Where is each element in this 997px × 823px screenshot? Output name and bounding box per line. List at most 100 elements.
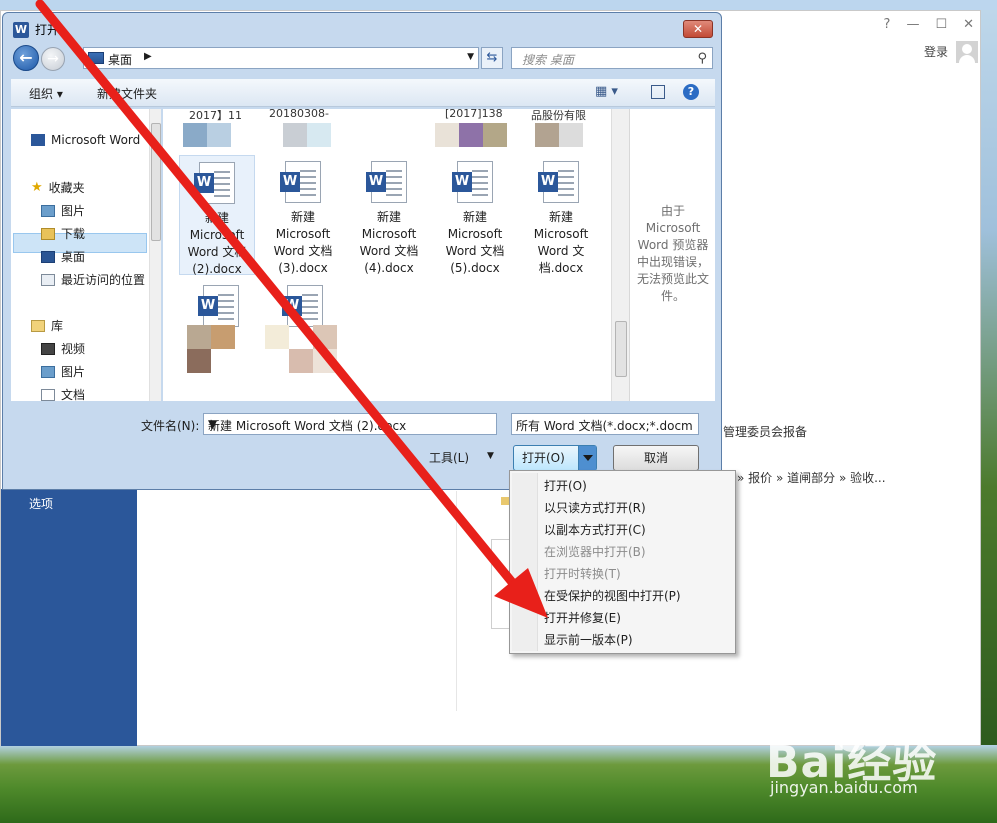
avatar[interactable] <box>956 41 978 63</box>
nav-label: 下载 <box>61 227 86 241</box>
nav-label: 图片 <box>61 365 86 379</box>
file-item-4[interactable]: W 新建 Microsoft Word 文档 (4).docx <box>351 155 427 275</box>
maximize-icon[interactable]: ☐ <box>935 17 947 32</box>
menu-item-open-in-browser: 在浏览器中打开(B) <box>544 545 646 559</box>
nav-item-documents[interactable]: 文档 <box>41 386 85 403</box>
filename-input[interactable]: 新建 Microsoft Word 文档 (2).docx ▼ <box>203 413 497 435</box>
filename-dropdown-icon[interactable]: ▼ <box>208 417 492 431</box>
videos-icon <box>41 342 55 355</box>
nav-item-downloads[interactable]: 下载 <box>41 225 85 242</box>
new-folder-button[interactable]: 新建文件夹 <box>97 85 157 102</box>
documents-icon <box>41 388 55 401</box>
back-button[interactable]: ← <box>13 45 39 71</box>
word-document-icon: W <box>194 162 235 204</box>
word-document-icon: W <box>280 161 321 203</box>
file-item-5[interactable]: W 新建 Microsoft Word 文档 (5).docx <box>437 155 513 275</box>
menu-item-open-protected-view[interactable]: 在受保护的视图中打开(P) <box>544 587 681 604</box>
tools-dropdown-icon[interactable]: ▼ <box>487 451 494 461</box>
login-link[interactable]: 登录 <box>924 43 948 60</box>
file-item-1[interactable]: W 新建 Microsoft Word 文档.docx <box>523 155 599 275</box>
preview-pane-icon[interactable] <box>651 85 665 99</box>
divider <box>456 491 457 711</box>
word-doc-icon <box>31 134 45 146</box>
search-placeholder: 搜索 桌面 <box>522 53 574 67</box>
cancel-button[interactable]: 取消 <box>613 445 699 471</box>
menu-item-show-previous-versions[interactable]: 显示前一版本(P) <box>544 631 633 648</box>
filename-label: 文件名(N): <box>141 419 200 433</box>
file-item-3[interactable]: W 新建 Microsoft Word 文档 (3).docx <box>265 155 341 275</box>
nav-label: 最近访问的位置 <box>61 273 146 287</box>
dialog-title: W 打开 <box>13 21 59 38</box>
nav-item-videos[interactable]: 视频 <box>41 340 85 357</box>
forward-button[interactable]: → <box>41 47 65 71</box>
desktop-icon <box>41 250 55 263</box>
nav-label: 收藏夹 <box>48 181 85 195</box>
minimize-icon[interactable]: — <box>906 17 919 32</box>
nav-item-library[interactable]: 库 <box>31 317 63 334</box>
file-name-clipped[interactable]: [2017]138 <box>445 107 503 120</box>
tools-button[interactable]: 工具(L) <box>429 449 469 466</box>
organize-button[interactable]: 组织 ▾ <box>29 85 63 102</box>
recent-places-icon <box>41 273 55 286</box>
open-dialog: W 打开 ✕ ← → 桌面 ▶ ▼ ⇆ 搜索 桌面 ⚲ 组织 ▾ 新建文件夹 ▦… <box>2 12 722 490</box>
file-name-clipped[interactable]: 2017】11 <box>189 107 242 123</box>
address-bar[interactable]: 桌面 ▶ ▼ <box>83 47 479 69</box>
address-dropdown-icon[interactable]: ▼ <box>467 52 474 62</box>
pictures-icon <box>41 204 55 217</box>
library-icon <box>31 319 45 332</box>
file-name-clipped[interactable]: 20180308- <box>269 107 329 120</box>
menu-item-open[interactable]: 打开(O) <box>544 477 587 494</box>
refresh-button[interactable]: ⇆ <box>481 47 503 69</box>
change-view-icon[interactable]: ▦ ▾ <box>595 84 618 99</box>
word-window-controls[interactable]: ? — ☐ ✕ <box>884 17 974 32</box>
options-item[interactable]: 选项 <box>29 495 53 512</box>
dialog-close-button[interactable]: ✕ <box>683 20 713 38</box>
search-icon: ⚲ <box>697 51 707 66</box>
recent-path-text: » 报价 » 道闸部分 » 验收... <box>737 471 886 485</box>
filetype-value: 所有 Word 文档(*.docx;*.docm <box>516 419 693 433</box>
open-options-menu: 打开(O) 以只读方式打开(R) 以副本方式打开(C) 在浏览器中打开(B) 打… <box>509 470 736 654</box>
navigation-pane: Microsoft Word ★ 收藏夹 图片 下载 桌面 最近访问的位置 库 <box>11 109 161 403</box>
star-icon: ★ <box>31 180 43 195</box>
menu-item-open-copy[interactable]: 以副本方式打开(C) <box>544 521 646 538</box>
document-thumbnail <box>491 539 511 629</box>
word-document-icon: W <box>198 285 239 327</box>
dialog-title-text: 打开 <box>35 23 60 37</box>
menu-gutter <box>512 473 538 651</box>
search-input[interactable]: 搜索 桌面 ⚲ <box>511 47 713 69</box>
nav-item-recent-word[interactable]: Microsoft Word <box>31 133 140 147</box>
nav-item-recent-places[interactable]: 最近访问的位置 <box>41 271 145 288</box>
menu-item-open-readonly[interactable]: 以只读方式打开(R) <box>544 499 646 516</box>
nav-label: Microsoft Word <box>51 133 141 147</box>
preview-error-message: 由于 Microsoft Word 预览器中出现错误，无法预览此文件。 <box>636 204 709 303</box>
nav-scrollbar[interactable] <box>149 109 161 401</box>
help-icon[interactable]: ? <box>884 17 891 32</box>
nav-item-lib-pictures[interactable]: 图片 <box>41 363 85 380</box>
file-name-clipped[interactable]: 品股份有限 <box>531 107 586 123</box>
file-name: 新建 Microsoft Word 文档 (4).docx <box>359 210 419 275</box>
filetype-select[interactable]: 所有 Word 文档(*.docx;*.docm <box>511 413 699 435</box>
address-text: 桌面 <box>108 53 133 67</box>
word-document-icon: W <box>538 161 579 203</box>
menu-item-open-and-repair[interactable]: 打开并修复(E) <box>544 609 621 626</box>
nav-item-favorites[interactable]: ★ 收藏夹 <box>31 179 85 196</box>
word-document-icon: W <box>452 161 493 203</box>
nav-scrollbar-thumb[interactable] <box>151 123 161 241</box>
file-name: 新建 Microsoft Word 文档 (3).docx <box>273 210 333 275</box>
file-item-2[interactable]: W 新建 Microsoft Word 文档 (2).docx <box>179 155 255 276</box>
help-icon[interactable]: ? <box>683 84 699 100</box>
close-icon[interactable]: ✕ <box>963 17 974 32</box>
word-document-icon: W <box>366 161 407 203</box>
open-button[interactable]: 打开(O) <box>513 445 597 471</box>
recent-location-text: 管理委员会报备 <box>723 425 808 439</box>
file-list-scrollbar[interactable] <box>611 109 629 401</box>
nav-item-desktop[interactable]: 桌面 <box>41 248 85 265</box>
open-dropdown-icon[interactable] <box>578 446 596 470</box>
downloads-icon <box>41 227 55 240</box>
file-list-scrollbar-thumb[interactable] <box>615 321 627 377</box>
breadcrumb-arrow-icon[interactable]: ▶ <box>144 51 152 62</box>
word-app-icon: W <box>13 21 29 38</box>
nav-item-pictures[interactable]: 图片 <box>41 202 85 219</box>
dialog-toolbar: 组织 ▾ 新建文件夹 ▦ ▾ ? <box>11 79 715 107</box>
nav-label: 库 <box>51 319 64 333</box>
